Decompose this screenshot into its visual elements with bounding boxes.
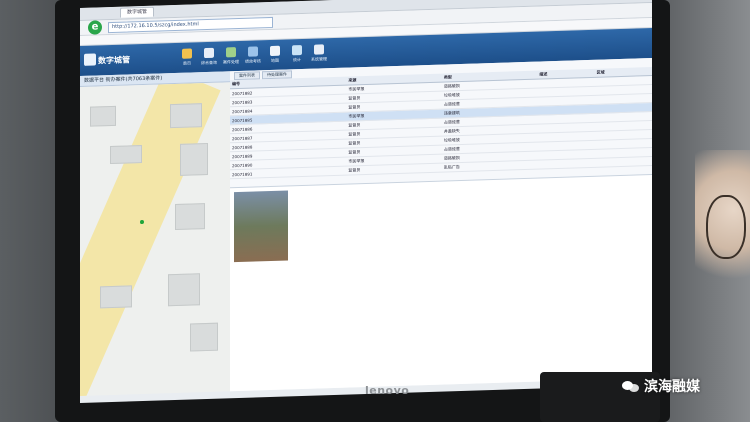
case-table: 编号 来源 类型 描述 区域 20071882 市民举报 道路破损 20071883 监督员 垃圾… — [230, 67, 652, 179]
nav-item-label: 首页 — [183, 60, 191, 66]
map-block — [175, 203, 205, 231]
case-photo[interactable] — [234, 190, 288, 263]
nav-item-icon — [226, 47, 236, 58]
nav-item[interactable]: 系统管理 — [310, 44, 328, 63]
map-block — [190, 322, 218, 352]
city-map[interactable] — [80, 82, 230, 396]
main-nav: 首页 综合查询 案件处理 绩效考核 地图 统计 系统管理 — [178, 44, 328, 67]
nav-item-label: 综合查询 — [201, 59, 217, 66]
table-cell — [594, 156, 652, 168]
city-logo-icon — [84, 52, 96, 66]
nav-item-label: 案件处理 — [223, 59, 239, 65]
table-cell: 乱贴广告 — [441, 160, 538, 173]
case-panel: 案件列表 待处理案件 编号 来源 类型 描述 区域 20071882 市民举报 道路破损 200… — [230, 58, 652, 392]
nav-item-icon — [248, 46, 258, 57]
browser-logo-icon[interactable]: e — [88, 20, 102, 35]
nav-item-label: 绩效考核 — [245, 58, 261, 64]
glasses — [706, 195, 746, 259]
map-block — [170, 103, 202, 129]
map-panel: 数据平台 街办案件(共7063条案件) — [80, 71, 230, 396]
nav-item[interactable]: 绩效考核 — [244, 46, 262, 65]
nav-item[interactable]: 统计 — [288, 45, 306, 64]
table-cell: 监督员 — [346, 163, 442, 176]
nav-item-icon — [314, 44, 324, 55]
nav-item-icon — [182, 48, 192, 59]
case-detail-fields — [294, 179, 648, 385]
wechat-icon — [622, 379, 640, 393]
monitor-brand-logo: lenovo — [365, 384, 410, 397]
nav-item-label: 统计 — [293, 57, 301, 63]
map-block — [100, 285, 132, 309]
table-cell — [537, 158, 595, 170]
map-block — [180, 142, 208, 176]
watermark: 滨海融媒 — [622, 376, 700, 396]
nav-item-label: 地图 — [271, 57, 279, 63]
nav-item[interactable]: 地图 — [266, 45, 284, 65]
nav-item-icon — [292, 45, 302, 56]
app-brand-label: 数字城管 — [98, 54, 130, 65]
nav-item[interactable]: 综合查询 — [200, 47, 218, 67]
browser-tab[interactable]: 数字城管 — [120, 6, 155, 18]
app-body: 数据平台 街办案件(共7063条案件) 案件列表 待处理案件 编号 来源 类型 描述 区域… — [80, 58, 652, 396]
map-block — [110, 145, 142, 165]
nav-item[interactable]: 首页 — [178, 48, 196, 67]
nav-item-icon — [270, 45, 280, 57]
map-block — [168, 273, 200, 307]
watermark-text: 滨海融媒 — [644, 379, 700, 395]
map-block — [90, 105, 116, 127]
nav-item-label: 系统管理 — [311, 56, 327, 62]
app-brand: 数字城管 — [80, 52, 178, 66]
nav-item-icon — [204, 47, 214, 59]
case-detail — [230, 174, 652, 392]
monitor-screen: 数字城管 e http://172.16.10.5/szcg/index.htm… — [80, 0, 652, 404]
nav-item[interactable]: 案件处理 — [222, 47, 240, 66]
